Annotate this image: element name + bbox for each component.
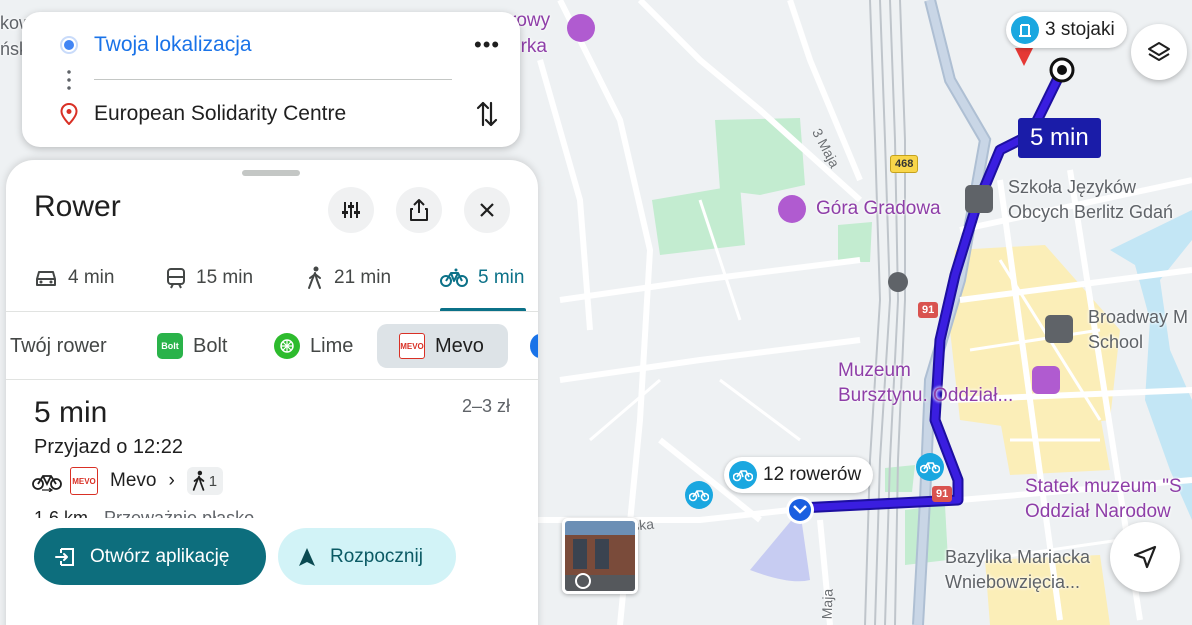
transit-icon bbox=[167, 268, 185, 289]
bike-stands-label: 3 stojaki bbox=[1045, 19, 1115, 40]
poi-museum-icon[interactable] bbox=[567, 14, 595, 42]
bolt-logo: Bolt bbox=[157, 333, 183, 359]
poi-ship-museum[interactable]: Statek muzeum "S Oddział Narodow bbox=[1025, 474, 1182, 524]
provider-bolt[interactable]: Bolt Bolt bbox=[157, 324, 227, 368]
route-connector-dots bbox=[67, 68, 71, 90]
origin-row[interactable]: Twoja lokalizacja ••• bbox=[22, 20, 520, 70]
train-station-icon[interactable] bbox=[888, 272, 908, 292]
route-eta-chip[interactable]: 5 min bbox=[1018, 118, 1101, 158]
providers-divider bbox=[6, 379, 538, 380]
start-label: Rozpocznij bbox=[330, 545, 423, 567]
provider-mevo-label: Mevo bbox=[435, 334, 484, 357]
tune-icon bbox=[342, 202, 360, 218]
bikes-available-label: 12 rowerów bbox=[763, 464, 862, 485]
tab-transit-label: 15 min bbox=[196, 267, 254, 288]
destination-field[interactable]: European Solidarity Centre bbox=[94, 102, 346, 126]
tabs-divider bbox=[6, 311, 538, 312]
swap-icon[interactable] bbox=[475, 99, 499, 129]
car-icon bbox=[36, 271, 56, 286]
bike-station-marker[interactable] bbox=[916, 453, 944, 481]
poi-basilica[interactable]: Bazylika Mariacka Wniebowzięcia... bbox=[945, 545, 1090, 595]
walk-icon bbox=[308, 266, 321, 289]
close-icon bbox=[480, 203, 494, 217]
trip-distance: 1,6 km bbox=[34, 508, 89, 518]
bikes-available-bubble[interactable]: 12 rowerów bbox=[724, 457, 874, 493]
share-icon bbox=[410, 199, 428, 221]
destination-row[interactable]: European Solidarity Centre bbox=[22, 89, 520, 139]
street-maja-bottom: Maja bbox=[818, 588, 836, 620]
open-app-icon bbox=[55, 547, 74, 566]
route-options-button[interactable] bbox=[328, 187, 374, 233]
road-shield-91: 91 bbox=[918, 302, 939, 318]
recenter-button[interactable] bbox=[1110, 522, 1180, 592]
walk-step: 1 bbox=[186, 467, 224, 495]
tab-cycling-label: 5 min bbox=[478, 267, 525, 288]
origin-field[interactable]: Twoja lokalizacja bbox=[94, 33, 252, 57]
provider-bolt-label: Bolt bbox=[193, 334, 228, 357]
bike-icon bbox=[729, 461, 757, 489]
poi-school-icon[interactable] bbox=[965, 185, 993, 213]
bike-share-icon bbox=[32, 475, 62, 492]
layers-button[interactable] bbox=[1131, 24, 1187, 80]
tab-driving-label: 4 min bbox=[68, 267, 115, 288]
step-provider: Mevo bbox=[110, 470, 157, 491]
tab-cycling[interactable]: 5 min bbox=[440, 260, 524, 296]
walk-count: 1 bbox=[208, 472, 218, 490]
poi-museum-amber-icon[interactable] bbox=[1032, 366, 1060, 394]
walk-icon bbox=[192, 470, 205, 491]
origin-dot-icon bbox=[62, 38, 76, 52]
open-app-label: Otwórz aplikację bbox=[90, 545, 230, 567]
tab-walking[interactable]: 21 min bbox=[306, 260, 391, 296]
provider-lime[interactable]: Lime bbox=[274, 324, 353, 368]
chevron-right-icon: › bbox=[168, 470, 175, 491]
bike-stand-icon bbox=[1011, 16, 1039, 44]
open-app-button[interactable]: Otwórz aplikację bbox=[34, 528, 266, 585]
provider-more-partial-icon[interactable] bbox=[530, 334, 538, 358]
lime-logo bbox=[274, 333, 300, 359]
street-view-thumbnail[interactable] bbox=[562, 518, 638, 594]
route-divider bbox=[94, 79, 452, 80]
trip-cost: 2–3 zł bbox=[461, 396, 510, 416]
poi-school-icon[interactable] bbox=[1045, 315, 1073, 343]
trip-details: 1,6 km · Przeważnie płasko bbox=[34, 506, 254, 518]
trip-duration: 5 min bbox=[34, 396, 108, 429]
start-button[interactable]: Rozpocznij bbox=[278, 528, 456, 585]
poi-broadway[interactable]: Broadway M School bbox=[1088, 305, 1188, 355]
provider-own-bike-label: Twój rower bbox=[10, 334, 107, 357]
trip-steps: MEVO Mevo › 1 bbox=[32, 466, 224, 496]
share-button[interactable] bbox=[396, 187, 442, 233]
navigation-start-icon bbox=[299, 547, 315, 566]
poi-amber-museum[interactable]: Muzeum Bursztynu. Oddział... bbox=[838, 358, 1013, 408]
provider-mevo[interactable]: MEVO Mevo bbox=[377, 324, 508, 368]
tab-walking-label: 21 min bbox=[334, 267, 392, 288]
drag-handle[interactable] bbox=[242, 170, 300, 176]
poi-berlitz[interactable]: Szkoła Języków Obcych Berlitz Gdań bbox=[1008, 175, 1173, 225]
road-shield-91: 91 bbox=[932, 486, 953, 502]
more-options-icon[interactable]: ••• bbox=[474, 32, 500, 58]
poi-gora-gradowa[interactable]: Góra Gradowa bbox=[816, 198, 941, 220]
trip-surface: · Przeważnie płasko bbox=[88, 508, 255, 518]
bike-stands-bubble[interactable]: 3 stojaki bbox=[1006, 12, 1127, 48]
tab-transit[interactable]: 15 min bbox=[166, 260, 253, 296]
route-search-card: Twoja lokalizacja ••• European Solidarit… bbox=[22, 12, 520, 147]
mevo-logo: MEVO bbox=[399, 333, 425, 359]
trip-arrival: Przyjazd o 12:22 bbox=[34, 436, 183, 458]
directions-sheet: Rower 4 min 15 min 21 min 5 min Twój row… bbox=[6, 160, 538, 625]
provider-lime-label: Lime bbox=[310, 334, 354, 357]
mevo-logo-small: MEVO bbox=[70, 467, 98, 495]
provider-own-bike[interactable]: Twój rower bbox=[10, 324, 107, 368]
sheet-title: Rower bbox=[34, 190, 121, 223]
bike-station-marker[interactable] bbox=[685, 481, 713, 509]
street-view-image bbox=[565, 521, 635, 591]
road-shield-468: 468 bbox=[890, 155, 919, 173]
close-button[interactable] bbox=[464, 187, 510, 233]
bike-icon bbox=[440, 268, 468, 287]
poi-photo-icon[interactable] bbox=[778, 195, 806, 223]
destination-pin-icon bbox=[60, 103, 78, 125]
navigation-arrow-icon bbox=[1133, 545, 1157, 569]
layers-icon bbox=[1148, 42, 1170, 61]
tab-driving[interactable]: 4 min bbox=[34, 260, 114, 296]
